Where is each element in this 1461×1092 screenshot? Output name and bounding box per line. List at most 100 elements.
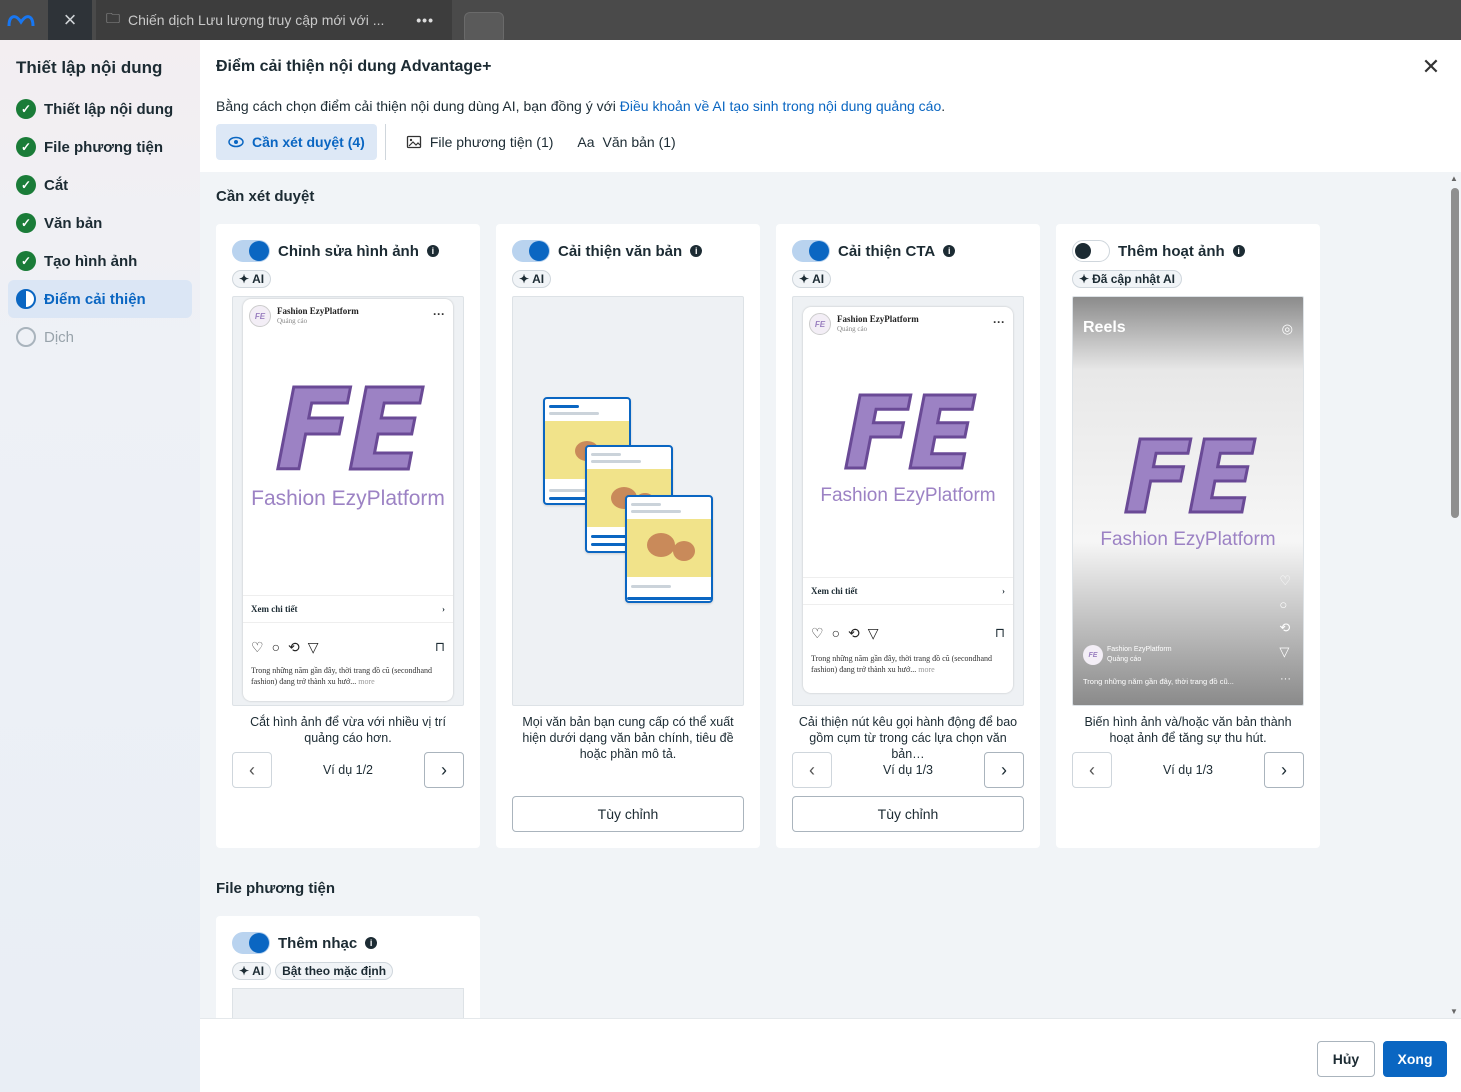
comment-icon: ○ — [831, 625, 841, 641]
more-options-icon[interactable]: ••• — [416, 12, 434, 28]
fe-logo: FE Fashion EzyPlatform — [1100, 419, 1276, 550]
campaign-title: Chiến dịch Lưu lượng truy cập mới với ..… — [128, 12, 385, 28]
card-cta-improve: Cải thiện CTA i ✦ AI FE Fashion EzyPlatform… — [776, 224, 1040, 848]
toggle-switch[interactable] — [512, 240, 550, 262]
tab-label: File phương tiện (1) — [429, 134, 554, 150]
enhancements-dialog: Điểm cải thiện nội dung Advantage+ ✕ Bằn… — [200, 40, 1461, 1092]
step-media[interactable]: ✓ File phương tiện — [8, 128, 192, 166]
text-illustration — [512, 296, 744, 706]
sparkle-icon: ✦ — [799, 272, 810, 286]
scroll-content: Cần xét duyệt Chỉnh sửa hình ảnh i ✦ AI FE… — [200, 172, 1461, 1018]
card-title: Thêm nhạc — [278, 934, 358, 952]
page-name: Fashion EzyPlatform — [837, 314, 919, 324]
scroll-down-icon: ▼ — [1450, 1007, 1458, 1016]
fe-logo: FE Fashion EzyPlatform — [251, 366, 445, 511]
setup-sidebar: Thiết lập nội dung ✓ Thiết lập nội dung ✓… — [0, 40, 200, 1092]
ai-badge: ✦ AI — [232, 962, 272, 980]
badge-label: AI — [812, 272, 825, 286]
step-translate[interactable]: Dịch — [8, 318, 192, 356]
tab-text[interactable]: Aa Văn bản (1) — [565, 124, 687, 160]
card-title: Cải thiện CTA — [838, 242, 936, 260]
campaign-tab[interactable]: 🗀 Chiến dịch Lưu lượng truy cập mới với … — [96, 0, 452, 40]
sponsored-label: Quảng cáo — [277, 317, 308, 325]
reels-page-info: Fashion EzyPlatform Quảng cáo — [1107, 646, 1172, 663]
toggle-switch[interactable] — [232, 240, 270, 262]
chevron-right-icon[interactable]: › — [1263, 752, 1304, 788]
chevron-right-icon[interactable]: › — [423, 752, 464, 788]
doc-illustration — [625, 495, 713, 603]
cta-label: Xem chi tiết — [251, 604, 298, 614]
tab-label: Văn bản (1) — [602, 134, 676, 150]
half-circle-icon — [16, 289, 36, 309]
post-text: Trong những năm gần đây, thời trang đồ c… — [251, 666, 433, 686]
cta-bar: Xem chi tiết › — [803, 577, 1013, 605]
reels-preview: Reels ◎ FE Fashion EzyPlatform ♡ ○ ⟲ ▽ FE Fa… — [1072, 296, 1304, 706]
cta-bar: Xem chi tiết › — [243, 595, 453, 623]
step-text[interactable]: ✓ Văn bản — [8, 204, 192, 242]
example-pager: ‹ Ví dụ 1/3 › — [1072, 752, 1304, 788]
more-icon: ··· — [993, 315, 1005, 329]
chevron-left-icon[interactable]: ‹ — [792, 752, 832, 788]
step-crop[interactable]: ✓ Cắt — [8, 166, 192, 204]
camera-icon: ◎ — [1281, 321, 1293, 336]
step-image-generation[interactable]: ✓ Tạo hình ảnh — [8, 242, 192, 280]
customize-button[interactable]: Tùy chỉnh — [512, 796, 744, 832]
info-icon[interactable]: i — [1232, 245, 1245, 257]
page-name: Fashion EzyPlatform — [277, 306, 359, 316]
comment-icon: ○ — [271, 639, 281, 655]
cta-label: Xem chi tiết — [811, 586, 858, 596]
chevron-left-icon[interactable]: ‹ — [232, 752, 272, 788]
ai-terms-link[interactable]: Điều khoản về AI tạo sinh trong nội dung… — [620, 98, 941, 114]
more-icon: ··· — [433, 307, 445, 321]
default-on-badge: Bật theo mặc định — [275, 962, 394, 980]
step-content-setup[interactable]: ✓ Thiết lập nội dung — [8, 90, 192, 128]
toggle-switch[interactable] — [1072, 240, 1110, 262]
info-icon[interactable]: i — [690, 245, 703, 257]
subtitle-suffix: . — [941, 98, 946, 114]
feed-post-mock: FE Fashion EzyPlatform Quảng cáo ··· FE Fas… — [243, 299, 453, 701]
heart-icon: ♡ — [1279, 573, 1291, 588]
comment-icon: ○ — [1279, 597, 1288, 612]
heart-icon: ♡ — [251, 639, 264, 655]
info-icon[interactable]: i — [365, 937, 378, 949]
step-label: File phương tiện — [44, 138, 164, 156]
check-icon: ✓ — [16, 175, 36, 195]
close-editor-button[interactable]: × — [48, 0, 92, 40]
tab-media[interactable]: File phương tiện (1) — [394, 124, 566, 160]
bookmark-icon: ⊓ — [994, 625, 1005, 640]
badge-label: AI — [252, 964, 265, 978]
customize-button[interactable]: Tùy chỉnh — [792, 796, 1024, 832]
empty-circle-icon — [16, 327, 36, 347]
step-enhancements[interactable]: Điểm cải thiện — [8, 280, 192, 318]
info-icon[interactable]: i — [943, 245, 956, 257]
card-add-music: Thêm nhạc i ✦ AI Bật theo mặc định — [216, 916, 480, 1018]
info-icon[interactable]: i — [426, 245, 439, 257]
step-label: Văn bản — [44, 214, 103, 232]
done-button[interactable]: Xong — [1383, 1041, 1447, 1077]
cancel-button[interactable]: Hủy — [1317, 1041, 1375, 1077]
badge-label: AI — [532, 272, 545, 286]
step-label: Tạo hình ảnh — [44, 252, 138, 270]
badge-label: AI — [252, 272, 265, 286]
sparkle-icon: ✦ — [519, 272, 530, 286]
sidebar-title: Thiết lập nội dung — [16, 58, 163, 77]
ad-preview: FE Fashion EzyPlatform Quảng cáo ··· FE Fas… — [232, 296, 464, 706]
eye-icon — [228, 136, 244, 148]
vertical-scrollbar[interactable]: ▲ ▼ — [1447, 172, 1461, 1018]
card-image-edit: Chỉnh sửa hình ảnh i ✦ AI FE Fashion EzyPla… — [216, 224, 480, 848]
toggle-switch[interactable] — [232, 932, 270, 954]
tab-needs-review[interactable]: Cần xét duyệt (4) — [216, 124, 377, 160]
page-avatar: FE — [249, 305, 271, 327]
example-pager: ‹ Ví dụ 1/3 › — [792, 752, 1024, 788]
ai-badge: ✦ AI — [232, 270, 272, 288]
ai-updated-badge: ✦ Đã cập nhật AI — [1072, 270, 1182, 288]
dialog-footer: Hủy Xong — [200, 1018, 1461, 1092]
close-icon[interactable]: ✕ — [1419, 56, 1443, 80]
share-icon: ⟲ — [288, 639, 300, 655]
section-title-media: File phương tiện — [216, 880, 336, 897]
chevron-right-icon[interactable]: › — [983, 752, 1024, 788]
share-icon: ⟲ — [1279, 620, 1291, 635]
chevron-left-icon[interactable]: ‹ — [1072, 752, 1112, 788]
toggle-switch[interactable] — [792, 240, 830, 262]
step-label: Điểm cải thiện — [44, 290, 146, 308]
